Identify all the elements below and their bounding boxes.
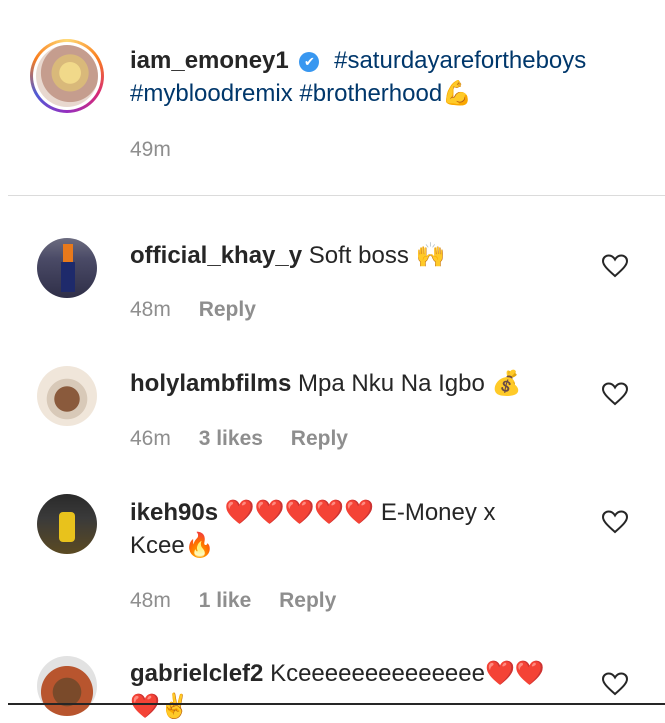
comment-username[interactable]: holylambfilms bbox=[130, 370, 291, 397]
divider bbox=[8, 703, 665, 705]
divider bbox=[8, 195, 665, 196]
heart-outline-icon[interactable] bbox=[602, 672, 628, 696]
fire-emoji: 🔥 bbox=[184, 531, 215, 559]
story-ring-avatar[interactable] bbox=[30, 39, 104, 113]
avatar[interactable] bbox=[37, 366, 97, 426]
comment-body: Soft boss bbox=[308, 242, 409, 269]
comment-meta: 46m 3 likes Reply bbox=[130, 427, 370, 451]
red-hearts-emoji: ❤️❤️ bbox=[484, 659, 545, 687]
caption-username[interactable]: iam_emoney1 bbox=[130, 47, 289, 74]
heart-victory-emoji: ❤️✌️ bbox=[130, 692, 190, 720]
comment-timestamp: 46m bbox=[130, 427, 171, 450]
hashtag-link[interactable]: #brotherhood bbox=[299, 80, 442, 107]
reply-button[interactable]: Reply bbox=[291, 427, 348, 450]
flexed-biceps-emoji: 💪 bbox=[442, 79, 473, 107]
hashtag-link[interactable]: #mybloodremix bbox=[130, 80, 293, 107]
caption-text: iam_emoney1 ✔ #saturdayarefortheboys #my… bbox=[130, 44, 630, 110]
reply-button[interactable]: Reply bbox=[199, 298, 256, 321]
likes-count[interactable]: 3 likes bbox=[199, 427, 263, 450]
likes-count[interactable]: 1 like bbox=[199, 589, 252, 612]
raising-hands-emoji: 🙌 bbox=[415, 241, 446, 269]
comment-timestamp: 48m bbox=[130, 589, 171, 612]
heart-outline-icon[interactable] bbox=[602, 254, 628, 278]
comment-username[interactable]: official_khay_y bbox=[130, 242, 302, 269]
avatar[interactable] bbox=[37, 494, 97, 554]
comment-body: Mpa Nku Na Igbo bbox=[298, 370, 485, 397]
comment-timestamp: 48m bbox=[130, 298, 171, 321]
comment-username[interactable]: gabrielclef2 bbox=[130, 660, 263, 687]
comment-body: Kceeeeeeeeeeeeee bbox=[270, 660, 485, 687]
comment-username[interactable]: ikeh90s bbox=[130, 499, 218, 526]
post-caption: iam_emoney1 ✔ #saturdayarefortheboys #my… bbox=[0, 0, 665, 196]
caption-timestamp: 49m bbox=[130, 138, 171, 161]
heart-outline-icon[interactable] bbox=[602, 510, 628, 534]
comment-text: ikeh90s ❤️❤️❤️❤️❤️ E-Money x Kcee🔥 bbox=[130, 496, 530, 562]
hashtag-link[interactable]: #saturdayarefortheboys bbox=[334, 47, 586, 74]
comment-text: holylambfilms Mpa Nku Na Igbo 💰 bbox=[130, 367, 570, 400]
comment-text: gabrielclef2 Kceeeeeeeeeeeeee❤️❤️ ❤️✌️ bbox=[130, 657, 570, 723]
comment-meta: 48m 1 like Reply bbox=[130, 589, 358, 613]
comment-meta: 48m Reply bbox=[130, 298, 278, 322]
money-bag-emoji: 💰 bbox=[491, 369, 522, 397]
heart-outline-icon[interactable] bbox=[602, 382, 628, 406]
comment-text: official_khay_y Soft boss 🙌 bbox=[130, 239, 570, 272]
avatar[interactable] bbox=[37, 238, 97, 298]
red-hearts-emoji: ❤️❤️❤️❤️❤️ bbox=[224, 498, 375, 526]
verified-badge-icon: ✔ bbox=[299, 52, 320, 72]
avatar bbox=[36, 45, 98, 107]
reply-button[interactable]: Reply bbox=[279, 589, 336, 612]
avatar[interactable] bbox=[37, 656, 97, 716]
